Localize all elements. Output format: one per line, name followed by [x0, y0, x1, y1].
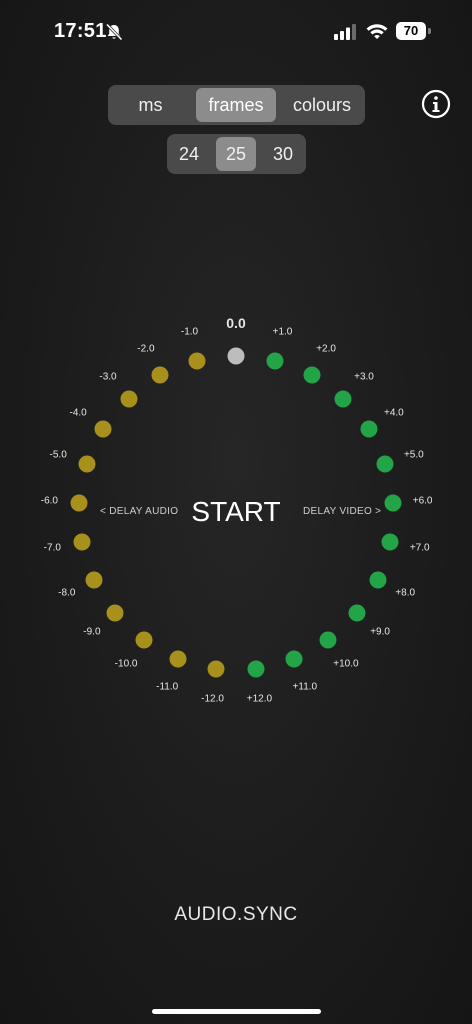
- offset-dot-plus-4[interactable]: [360, 420, 378, 438]
- offset-dot-plus-8[interactable]: [369, 571, 387, 589]
- offset-dot-minus-2[interactable]: [151, 366, 169, 384]
- offset-dot-plus-10[interactable]: [319, 631, 337, 649]
- offset-label-plus-12: +12.0: [246, 693, 273, 705]
- offset-label-plus-5: +5.0: [403, 449, 424, 461]
- offset-dot-plus-7[interactable]: [381, 533, 399, 551]
- offset-label-minus-10: -10.0: [114, 658, 138, 670]
- offset-dot-plus-11[interactable]: [285, 650, 303, 668]
- delay-video-label: DELAY VIDEO >: [303, 506, 382, 517]
- offset-dot-minus-10[interactable]: [135, 631, 153, 649]
- offset-label-minus-3: -3.0: [99, 371, 117, 383]
- offset-label-minus-9: -9.0: [83, 626, 101, 638]
- offset-label-minus-1: -1.0: [180, 326, 199, 338]
- offset-label-minus-5: -5.0: [49, 449, 67, 461]
- offset-label-plus-8: +8.0: [395, 587, 416, 599]
- offset-dot-plus-1[interactable]: [266, 352, 284, 370]
- offset-dot-plus-6[interactable]: [384, 494, 402, 512]
- offset-label-minus-2: -2.0: [137, 343, 155, 355]
- offset-dot-minus-11[interactable]: [169, 650, 187, 668]
- offset-label-minus-12: -12.0: [201, 693, 224, 705]
- offset-label-plus-9: +9.0: [370, 626, 390, 638]
- offset-dot-plus-9[interactable]: [348, 604, 366, 622]
- offset-dot-minus-6[interactable]: [70, 494, 88, 512]
- offset-dot-plus-12[interactable]: [247, 660, 265, 678]
- offset-label-plus-2: +2.0: [316, 343, 336, 355]
- offset-dot-minus-3[interactable]: [120, 390, 138, 408]
- offset-label-minus-4: -4.0: [69, 407, 87, 419]
- delay-audio-label: < DELAY AUDIO: [100, 506, 179, 517]
- offset-dot-zero[interactable]: [227, 347, 245, 365]
- offset-label-plus-4: +4.0: [384, 407, 404, 419]
- offset-label-plus-7: +7.0: [409, 542, 430, 554]
- offset-dot-minus-8[interactable]: [85, 571, 103, 589]
- offset-dot-minus-9[interactable]: [106, 604, 124, 622]
- offset-label-minus-6: -6.0: [40, 495, 58, 507]
- offset-dot-minus-1[interactable]: [188, 352, 206, 370]
- offset-dot-minus-12[interactable]: [207, 660, 225, 678]
- offset-label-minus-11: -11.0: [156, 681, 179, 693]
- offset-dot-minus-7[interactable]: [73, 533, 91, 551]
- offset-dot-plus-2[interactable]: [303, 366, 321, 384]
- offset-label-plus-3: +3.0: [354, 371, 374, 383]
- offset-dot-minus-5[interactable]: [78, 455, 96, 473]
- offset-dot-plus-5[interactable]: [376, 455, 394, 473]
- offset-label-minus-8: -8.0: [58, 587, 76, 599]
- home-indicator[interactable]: [152, 1009, 321, 1014]
- offset-label-zero: 0.0: [226, 315, 246, 331]
- offset-dot-plus-3[interactable]: [334, 390, 352, 408]
- offset-label-plus-11: +11.0: [292, 681, 318, 693]
- start-button[interactable]: START: [176, 492, 296, 532]
- app-brand: AUDIO.SYNC: [174, 904, 298, 925]
- offset-label-plus-6: +6.0: [412, 495, 433, 507]
- offset-dot-minus-4[interactable]: [94, 420, 112, 438]
- offset-label-minus-7: -7.0: [43, 542, 61, 554]
- offset-label-plus-1: +1.0: [272, 326, 293, 338]
- offset-label-plus-10: +10.0: [333, 658, 359, 670]
